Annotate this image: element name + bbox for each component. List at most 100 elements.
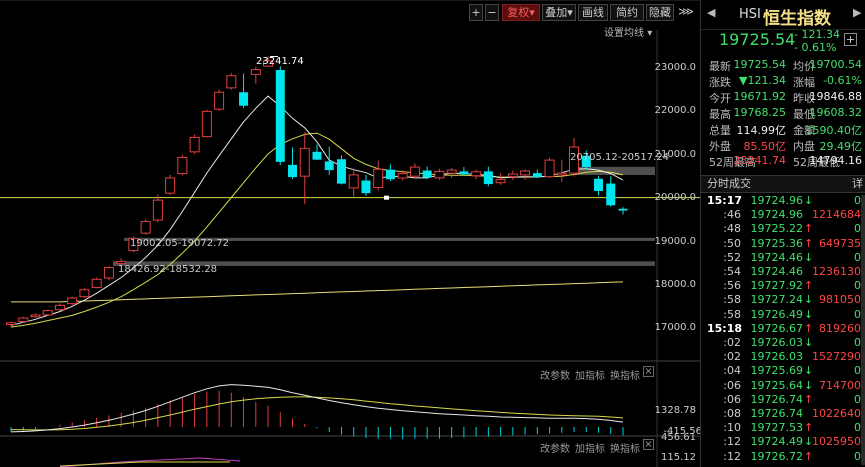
tick-time: :56	[723, 279, 741, 293]
gap-zone-label: 19002.05-19072.72	[130, 238, 230, 249]
app-window: + − 复权▾ 叠加▾ 画线 简约 隐藏 ⋙ 设置均线 ▾ 23241.74 2…	[0, 0, 865, 467]
candle-body-up	[201, 110, 212, 138]
tick-volume: 0	[854, 307, 861, 321]
candle-body-down	[324, 161, 334, 171]
lower-switch-indicator-button[interactable]: 换指标	[610, 440, 640, 455]
tick-time: :04	[723, 364, 741, 378]
quote-field-value: 19671.92	[733, 90, 787, 103]
tick-volume: 0	[854, 336, 861, 349]
tick-time: :06	[723, 392, 741, 406]
tick-volume: 819260	[819, 321, 861, 335]
candle-body-down	[361, 180, 371, 194]
candle-body-down	[594, 178, 604, 191]
candle-body-up	[446, 169, 457, 174]
close-icon[interactable]: ×	[643, 439, 654, 450]
tick-price: 19726.03	[750, 336, 804, 349]
candle-body-up	[434, 170, 445, 179]
quote-row: 52周最高 23241.74 52周最低 14794.16	[709, 154, 864, 170]
quote-field-value: 19608.32	[809, 106, 863, 119]
candle-body-up	[6, 322, 16, 326]
lower-change-params-button[interactable]: 改参数	[540, 440, 570, 455]
candle-body-down	[239, 92, 249, 106]
y-axis-tick: 18000.0	[654, 279, 696, 290]
macd-add-indicator-button[interactable]: 加指标	[575, 367, 605, 382]
huaxian-button[interactable]: 画线	[578, 4, 608, 21]
tick-volume: 0	[854, 364, 861, 378]
macd-dif-line	[10, 384, 624, 433]
y-axis-tick: 21000.0	[654, 149, 696, 160]
candle-body-up	[520, 170, 531, 176]
tick-time: :46	[723, 208, 741, 222]
zoom-in-button[interactable]: +	[469, 4, 483, 21]
fuquan-dropdown[interactable]: 复权▾	[502, 4, 540, 21]
quote-field-value: -0.61%	[823, 74, 862, 87]
forward-arrow-icon[interactable]: ▶	[853, 6, 861, 19]
macd-change-params-button[interactable]: 改参数	[540, 367, 570, 382]
ma5-line	[10, 95, 624, 326]
candle-body-down	[618, 208, 628, 211]
kline-chart-pane[interactable]: + − 复权▾ 叠加▾ 画线 简约 隐藏 ⋙ 设置均线 ▾ 23241.74 2…	[0, 0, 702, 467]
quote-panel: ◀ HSI 恒生指数 ▶ 19725.54 - 121.34 - 0.61% +…	[700, 0, 865, 467]
tick-volume: 1022640	[812, 407, 861, 420]
candle-body-up	[140, 220, 151, 234]
tick-time: :06	[723, 378, 741, 392]
tick-volume: 1236130	[812, 265, 861, 278]
y-axis-tick: 19000.0	[654, 236, 696, 247]
zoom-out-button[interactable]: −	[485, 4, 499, 21]
close-icon[interactable]: ×	[643, 366, 654, 377]
tick-price: 19726.03	[750, 350, 804, 364]
candle-body-down	[532, 173, 542, 178]
tick-time: :02	[723, 350, 741, 364]
candle-body-up	[189, 136, 200, 153]
add-watchlist-button[interactable]: +	[844, 33, 857, 46]
candle-body-up	[495, 179, 506, 184]
candle-body-up	[507, 173, 518, 178]
back-arrow-icon[interactable]: ◀	[707, 6, 715, 19]
ma250-line	[11, 281, 624, 303]
ticks-title: 分时成交	[707, 177, 751, 190]
fuquan-label: 复权	[507, 6, 530, 19]
macd-y-axis-tick: 1328.78	[654, 405, 696, 416]
tick-volume: 0	[854, 449, 861, 463]
tick-time: 15:18	[707, 321, 743, 335]
candle-body-up	[91, 278, 102, 289]
quote-field-value: 19768.25	[733, 106, 787, 119]
candle-body-down	[288, 164, 298, 178]
tick-price: 19724.49	[750, 435, 804, 449]
kline-chart-svg[interactable]	[0, 0, 700, 467]
tick-price: 19724.96	[750, 208, 804, 222]
diejia-dropdown[interactable]: 叠加▾	[542, 4, 576, 21]
diejia-label: 叠加	[545, 6, 568, 19]
quote-row: 最新 19725.54 均价 19700.54	[709, 58, 864, 74]
quote-field-value: 85.50亿	[743, 140, 787, 153]
tick-time: :50	[723, 236, 741, 250]
candle-body-up	[177, 156, 188, 175]
macd-switch-indicator-button[interactable]: 换指标	[610, 367, 640, 382]
candle-body-up	[544, 159, 555, 178]
ma-settings-dropdown[interactable]: 设置均线 ▾	[604, 24, 652, 39]
candle-body-down	[483, 171, 493, 185]
quote-field-value: 114.99亿	[736, 124, 787, 137]
tick-price: 19724.46	[750, 265, 804, 278]
y-axis-tick: 23000.0	[654, 62, 696, 73]
macd-y-axis-tick: -415.56	[663, 426, 702, 437]
yincang-button[interactable]: 隐藏	[646, 4, 674, 21]
quote-row: 涨跌 ▼121.34 涨幅 -0.61%	[709, 74, 864, 90]
tick-volume: 1527290	[812, 350, 861, 364]
ticks-detail-button[interactable]: 详	[852, 176, 863, 192]
tick-volume: 649735	[819, 236, 861, 250]
jianyue-button[interactable]: 简约	[610, 4, 644, 21]
change-value: - 121.34	[794, 28, 840, 41]
tick-price: 19725.36	[750, 236, 804, 250]
candle-body-up	[471, 171, 482, 177]
quote-field-value: 14794.16	[809, 154, 863, 167]
collapse-icon[interactable]: ⋙	[676, 4, 696, 21]
tick-time: :58	[723, 293, 741, 307]
lower-add-indicator-button[interactable]: 加指标	[575, 440, 605, 455]
candle-body-up	[226, 75, 237, 89]
candle-body-up	[54, 304, 65, 311]
ticks-scrollbar[interactable]	[861, 195, 865, 465]
price-change: - 121.34 - 0.61%	[794, 28, 840, 54]
quote-row: 今开 19671.92 昨收 19846.88	[709, 90, 864, 106]
candle-body-up	[67, 297, 78, 305]
